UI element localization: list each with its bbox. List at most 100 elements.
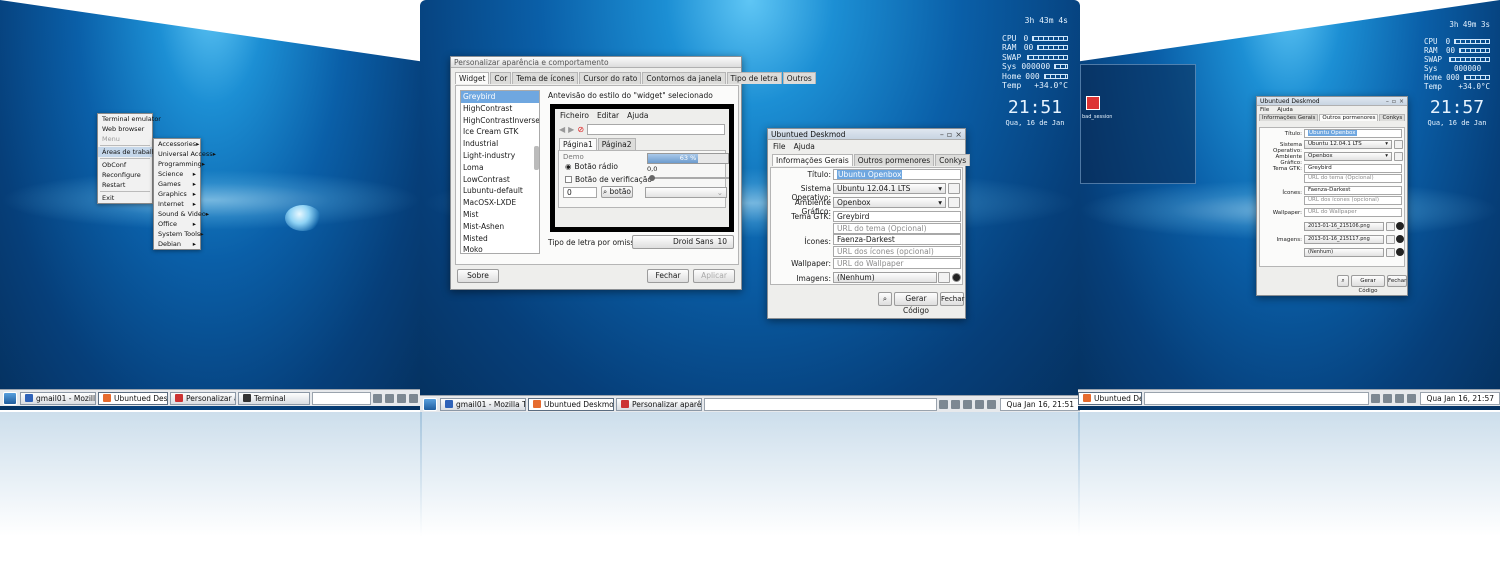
- title-input[interactable]: Ubuntu Openbox: [833, 169, 961, 180]
- dropbox-icon[interactable]: [385, 393, 394, 403]
- gtk-url-input[interactable]: URL do tema (Opcional): [833, 223, 961, 234]
- window-titlebar[interactable]: Personalizar aparência e comportamento: [451, 57, 741, 68]
- theme-item[interactable]: Mist: [461, 209, 539, 221]
- preview-tab-2[interactable]: Página2: [597, 138, 636, 150]
- close-button[interactable]: Fechar: [647, 269, 689, 283]
- battery-icon[interactable]: [975, 399, 985, 409]
- radio-button[interactable]: ◉ Botão rádio: [565, 162, 618, 171]
- volume-icon[interactable]: [963, 399, 973, 409]
- submenu-item[interactable]: Games ▸: [154, 179, 200, 189]
- images-select[interactable]: (Nenhum): [833, 272, 937, 283]
- desktop-env-extra-button[interactable]: [948, 197, 960, 208]
- submenu-item[interactable]: Debian ▸: [154, 239, 200, 249]
- submenu-item[interactable]: System Tools ▸: [154, 229, 204, 239]
- start-menu-icon[interactable]: [423, 397, 437, 411]
- menu-item[interactable]: Restart: [98, 180, 152, 190]
- desktop-env-select[interactable]: Openbox ▾: [1304, 152, 1392, 161]
- image-browse-button[interactable]: [1386, 222, 1395, 231]
- menu-item[interactable]: Exit: [98, 193, 152, 203]
- icons-url-input[interactable]: URL dos ícones (opcional): [833, 246, 961, 257]
- minimize-icon[interactable]: –: [1386, 98, 1389, 105]
- remove-icon[interactable]: [952, 273, 961, 282]
- submenu-item[interactable]: Office ▸: [154, 219, 200, 229]
- tab-general[interactable]: Informações Gerais: [1259, 114, 1319, 121]
- start-menu-icon[interactable]: [3, 391, 17, 405]
- taskbar-clock[interactable]: Qua Jan 16, 21:57: [1420, 391, 1500, 405]
- generate-code-button[interactable]: Gerar Código: [894, 292, 938, 315]
- close-button[interactable]: Fechar: [1387, 275, 1407, 287]
- images-browse-button[interactable]: [938, 272, 950, 283]
- submenu-item[interactable]: Sound & Video ▸: [154, 209, 209, 219]
- theme-item[interactable]: HighContrastInverse: [461, 115, 539, 127]
- menu-item[interactable]: Web browser: [98, 124, 152, 134]
- tab-font[interactable]: Tipo de letra: [726, 72, 782, 84]
- image-browse-button[interactable]: [1386, 235, 1395, 244]
- tab-cursor[interactable]: Cursor do rato: [579, 72, 642, 84]
- dropbox-icon[interactable]: [951, 399, 961, 409]
- window-titlebar[interactable]: Ubuntued Deskmod – ▫ ×: [1257, 97, 1407, 106]
- list-scrollbar[interactable]: [534, 146, 539, 170]
- minimize-icon[interactable]: –: [940, 130, 944, 139]
- update-icon[interactable]: [987, 399, 997, 409]
- volume-icon[interactable]: [1395, 393, 1405, 403]
- icons-url-input[interactable]: URL dos ícones (opcional): [1304, 196, 1402, 205]
- close-icon[interactable]: ×: [955, 130, 962, 139]
- remove-icon[interactable]: [1396, 235, 1404, 243]
- preview-menu-item[interactable]: Editar: [597, 111, 619, 120]
- menu-item[interactable]: ObConf: [98, 160, 152, 170]
- spin-button[interactable]: 0: [563, 187, 597, 198]
- network-icon[interactable]: [373, 393, 382, 403]
- gtk-theme-input[interactable]: Greybird: [833, 211, 961, 222]
- gtk-url-input[interactable]: URL do tema (Opcional): [1304, 174, 1402, 183]
- gtk-theme-input[interactable]: Greybird: [1304, 164, 1402, 173]
- tab-widget[interactable]: Widget: [455, 72, 490, 84]
- theme-list[interactable]: Greybird HighContrast HighContrastInvers…: [460, 90, 540, 254]
- os-extra-button[interactable]: [1394, 140, 1403, 149]
- menu-help[interactable]: Ajuda: [1277, 107, 1293, 113]
- maximize-icon[interactable]: ▫: [1392, 98, 1396, 105]
- tab-other[interactable]: Outros: [782, 72, 816, 84]
- tab-details[interactable]: Outros pormenores: [1319, 114, 1379, 121]
- taskbar-item[interactable]: gmail01 - Mozilla Thun...: [20, 391, 96, 405]
- icons-input[interactable]: Faenza-Darkest: [1304, 186, 1402, 195]
- session-file-icon[interactable]: [1086, 96, 1100, 110]
- theme-item[interactable]: Misted: [461, 233, 539, 245]
- window-titlebar[interactable]: Ubuntued Deskmod – ▫ ×: [768, 129, 965, 140]
- theme-item[interactable]: Lubuntu-default: [461, 185, 539, 197]
- maximize-icon[interactable]: ▫: [947, 130, 952, 139]
- submenu-item[interactable]: Internet ▸: [154, 199, 200, 209]
- preview-combo[interactable]: ⌄: [645, 187, 727, 198]
- tab-general[interactable]: Informações Gerais: [772, 154, 853, 166]
- update-icon[interactable]: [409, 393, 418, 403]
- taskbar-item[interactable]: Personalizar aparência...: [170, 391, 236, 405]
- preview-tab-1[interactable]: Página1: [559, 138, 597, 150]
- tab-details[interactable]: Outros pormenores: [853, 154, 935, 166]
- submenu-item[interactable]: Universal Access ▸: [154, 149, 216, 159]
- image-browse-button[interactable]: [1386, 248, 1395, 257]
- taskbar-item[interactable]: gmail01 - Mozilla Thun...: [440, 397, 526, 411]
- search-icon[interactable]: ⌕: [1337, 275, 1349, 287]
- image-select-1[interactable]: 2013-01-16_215106.png: [1304, 222, 1384, 231]
- menu-item[interactable]: Áreas de trabalho▸: [98, 147, 163, 157]
- theme-item[interactable]: Industrial: [461, 138, 539, 150]
- volume-icon[interactable]: [397, 393, 406, 403]
- submenu-item[interactable]: Programming ▸: [154, 159, 205, 169]
- tab-conkys[interactable]: Conkys: [935, 154, 971, 166]
- scale-slider[interactable]: [649, 175, 729, 181]
- image-select-3[interactable]: (Nenhum): [1304, 248, 1384, 257]
- wallpaper-input[interactable]: URL do Wallpaper: [1304, 208, 1402, 217]
- update-icon[interactable]: [1407, 393, 1417, 403]
- font-button[interactable]: Droid Sans 10: [632, 235, 734, 249]
- preview-menu-item[interactable]: Ajuda: [627, 111, 648, 120]
- remove-icon[interactable]: [1396, 248, 1404, 256]
- taskbar-clock[interactable]: Qua Jan 16, 21:51: [1000, 397, 1080, 411]
- menu-item[interactable]: Reconfigure: [98, 170, 152, 180]
- tab-window-border[interactable]: Contornos da janela: [642, 72, 726, 84]
- taskbar-item[interactable]: Ubuntued Deskmod: [98, 391, 168, 405]
- submenu-item[interactable]: Graphics ▸: [154, 189, 200, 199]
- desktop-env-extra-button[interactable]: [1394, 152, 1403, 161]
- tab-conkys[interactable]: Conkys: [1379, 114, 1406, 121]
- tab-icon-theme[interactable]: Tema de ícones: [512, 72, 579, 84]
- taskbar-item[interactable]: Terminal: [238, 391, 310, 405]
- preview-button[interactable]: ⌕ botão: [601, 186, 633, 198]
